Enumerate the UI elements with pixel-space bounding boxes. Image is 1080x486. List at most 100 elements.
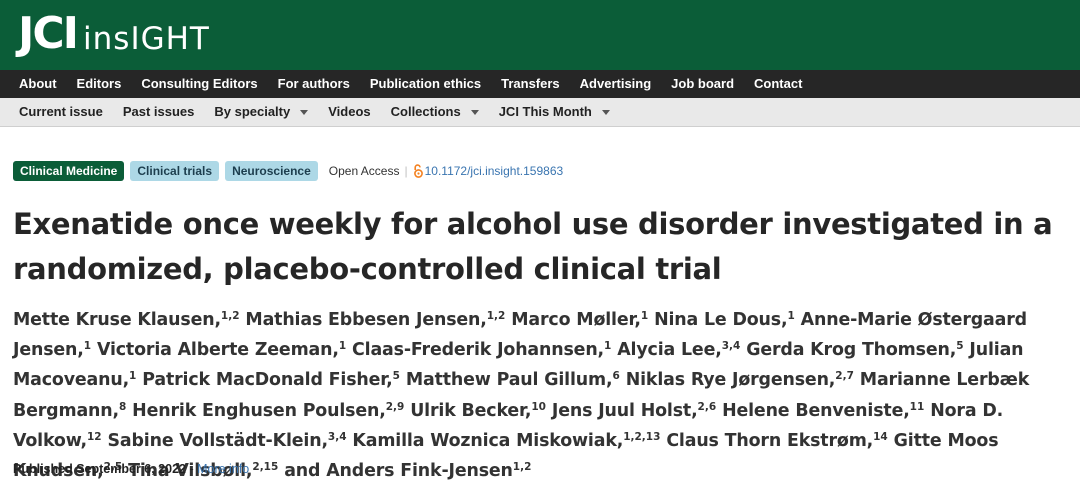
nav-publication-ethics[interactable]: Publication ethics [360,70,491,98]
logo-jci-text: JCI [18,8,79,59]
subnav-past-issues[interactable]: Past issues [113,98,205,126]
author-affiliation: 2,15 [252,461,279,474]
published-separator: - [186,462,198,476]
author[interactable]: Gerda Krog Thomsen,5 [746,340,963,360]
article-title: Exenatide once weekly for alcohol use di… [13,207,1053,286]
author[interactable]: Niklas Rye Jørgensen,2,7 [626,370,854,390]
chevron-down-icon [470,110,479,115]
author-name: Patrick MacDonald Fisher, [142,370,393,391]
author-affiliation: 10 [531,400,546,413]
subnav-jci-this-month[interactable]: JCI This Month [489,98,620,126]
site-header: JCI insIGHT [0,0,1080,70]
author-name: Victoria Alberte Zeeman, [96,340,339,361]
nav-advertising[interactable]: Advertising [570,70,662,98]
author[interactable]: Victoria Alberte Zeeman,1 [97,340,346,360]
author-name: Ulrik Becker, [410,400,532,421]
author-affiliation: 2,7 [835,370,854,383]
open-access-info: Open Access | 10.1172/jci.insight.159863 [329,164,563,178]
nav-for-authors[interactable]: For authors [268,70,360,98]
author-name: Matthew Paul Gillum, [405,370,613,391]
author[interactable]: Matthew Paul Gillum,6 [406,370,620,390]
subnav-label: JCI This Month [498,104,592,119]
author-affiliation: 6 [612,370,620,383]
subnav-videos[interactable]: Videos [318,98,380,126]
author-affiliation: 3,4 [327,430,347,443]
publication-info: Published September 6, 2022 - More info [13,462,249,476]
author-name: Henrik Enghusen Poulsen, [132,400,386,421]
author[interactable]: Mette Kruse Klausen,1,2 [13,310,240,330]
author-affiliation: 3,4 [721,340,741,353]
author-name: Sabine Vollstädt-Klein, [107,430,329,451]
author-affiliation: 1 [83,340,92,353]
nav-contact[interactable]: Contact [744,70,812,98]
separator: | [404,163,408,178]
author[interactable]: Patrick MacDonald Fisher,5 [142,370,400,390]
tag-neuroscience[interactable]: Neuroscience [225,160,318,181]
author-name: Claus Thorn Ekstrøm, [666,430,874,451]
author-name: Jens Juul Holst, [551,400,698,421]
author[interactable]: Sabine Vollstädt-Klein,3,4 [108,431,347,451]
primary-nav: About Editors Consulting Editors For author… [0,70,1080,98]
subnav-label: By specialty [214,104,291,119]
author-affiliation: 1,2 [512,461,532,474]
secondary-nav: Current issue Past issues By specialty Vide… [0,98,1080,127]
nav-transfers[interactable]: Transfers [491,70,570,98]
author-name: Kamilla Woznica Miskowiak, [352,430,624,451]
author[interactable]: Nina Le Dous,1 [654,310,795,330]
author-affiliation: 1 [338,340,347,353]
author-affiliation: 14 [873,430,888,443]
author[interactable]: Claus Thorn Ekstrøm,14 [666,431,887,451]
published-date: Published September 6, 2022 [13,462,186,476]
author[interactable]: Marco Møller,1 [511,310,648,330]
doi-link[interactable]: 10.1172/jci.insight.159863 [425,164,564,178]
author[interactable]: Kamilla Woznica Miskowiak,1,2,13 [352,431,660,451]
author[interactable]: Claas-Frederik Johannsen,1 [352,340,611,360]
subnav-label: Videos [328,104,371,119]
tag-clinical-medicine[interactable]: Clinical Medicine [13,160,125,181]
nav-about[interactable]: About [9,70,67,98]
article-meta-row: Clinical Medicine Clinical trials Neuros… [13,160,563,181]
subnav-label: Collections [390,104,461,119]
subnav-current-issue[interactable]: Current issue [9,98,113,126]
author-name: Mathias Ebbesen Jensen, [245,310,487,330]
author-affiliation: 1,2,13 [623,430,661,443]
author-affiliation: 5 [956,340,964,353]
author[interactable]: Jens Juul Holst,2,6 [552,401,716,421]
nav-editors[interactable]: Editors [67,70,132,98]
chevron-down-icon [300,110,309,115]
author-name: and Anders Fink-Jensen [284,461,513,482]
author-name: Alycia Lee, [617,340,722,361]
author-affiliation: 1 [787,310,795,322]
author-name: Gerda Krog Thomsen, [746,340,957,361]
author[interactable]: Ulrik Becker,10 [410,401,546,421]
author[interactable]: Henrik Enghusen Poulsen,2,9 [132,401,404,421]
author[interactable]: and Anders Fink-Jensen1,2 [284,461,531,481]
tag-clinical-trials[interactable]: Clinical trials [130,160,220,181]
author-affiliation: 8 [118,400,127,413]
author[interactable]: Mathias Ebbesen Jensen,1,2 [245,310,505,330]
author-affiliation: 2,6 [697,400,717,413]
logo-insight-text: insIGHT [83,21,210,57]
author-name: Marco Møller, [511,310,641,330]
author-affiliation: 12 [86,430,102,443]
more-info-link[interactable]: More info [197,462,249,476]
subnav-label: Current issue [19,104,103,119]
author-name: Helene Benveniste, [722,400,910,421]
open-access-label: Open Access [328,163,400,178]
author-affiliation: 2,9 [385,400,405,413]
author[interactable]: Helene Benveniste,11 [722,401,924,421]
author-name: Mette Kruse Klausen, [13,310,221,330]
chevron-down-icon [601,110,610,115]
subnav-by-specialty[interactable]: By specialty [204,98,318,126]
subnav-collections[interactable]: Collections [381,98,489,126]
author-affiliation: 5 [392,370,400,383]
author-affiliation: 1,2 [486,310,506,322]
author-affiliation: 1,2 [220,310,240,322]
author-affiliation: 11 [909,400,925,413]
nav-job-board[interactable]: Job board [661,70,744,98]
jci-insight-logo[interactable]: JCI insIGHT [18,7,210,61]
author[interactable]: Alycia Lee,3,4 [617,340,740,360]
author-affiliation: 1 [640,310,649,322]
nav-consulting-editors[interactable]: Consulting Editors [131,70,267,98]
author-name: Niklas Rye Jørgensen, [625,370,836,391]
